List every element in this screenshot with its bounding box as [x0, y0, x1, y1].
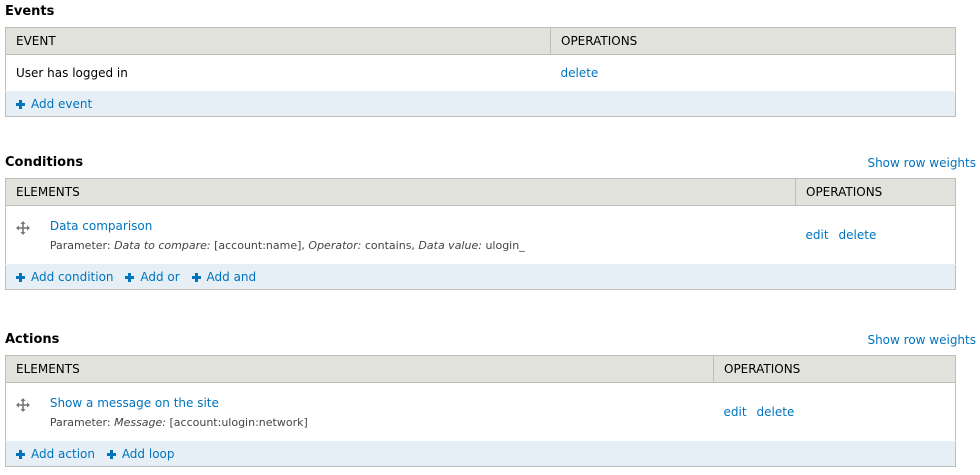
event-label: User has logged in	[5, 54, 551, 92]
operations-column-header: OPERATIONS	[550, 27, 956, 55]
conditions-add-row: Add condition Add or Add and	[5, 264, 956, 290]
elements-column-header: ELEMENTS	[5, 355, 714, 383]
events-table: EVENT OPERATIONS User has logged in dele…	[5, 27, 956, 117]
action-element: Show a message on the site Parameter: Me…	[5, 382, 714, 442]
condition-operations: edit delete	[795, 205, 956, 265]
event-operations: delete	[550, 54, 956, 92]
condition-parameters: Parameter: Data to compare: [account:nam…	[49, 238, 525, 252]
move-arrows-icon[interactable]	[16, 397, 30, 412]
edit-condition-link[interactable]: edit	[806, 228, 829, 242]
operations-column-header: OPERATIONS	[795, 178, 956, 206]
plus-icon	[16, 450, 25, 459]
event-column-header: EVENT	[5, 27, 551, 55]
add-and-link[interactable]: Add and	[191, 270, 256, 284]
show-message-link[interactable]: Show a message on the site	[50, 396, 219, 410]
events-section: Events EVENT OPERATIONS User has logged …	[5, 0, 956, 118]
condition-element: Data comparison Parameter: Data to compa…	[5, 205, 796, 265]
conditions-section: Conditions Show row weights ELEMENTS OPE…	[5, 150, 976, 295]
add-action-link[interactable]: Add action	[16, 447, 95, 461]
plus-icon	[125, 273, 135, 282]
delete-condition-link[interactable]: delete	[839, 228, 877, 242]
add-condition-link[interactable]: Add condition	[16, 270, 114, 284]
actions-section: Actions Show row weights ELEMENTS OPERAT…	[5, 327, 976, 472]
actions-header-row: ELEMENTS OPERATIONS	[5, 355, 956, 383]
actions-heading: Actions	[5, 332, 60, 347]
delete-event-link[interactable]: delete	[561, 66, 599, 80]
plus-icon	[191, 273, 201, 282]
plus-icon	[106, 450, 116, 459]
add-event-link[interactable]: Add event	[16, 97, 92, 111]
conditions-table: ELEMENTS OPERATIONS Data comparison Para…	[5, 178, 956, 290]
show-row-weights-link[interactable]: Show row weights	[867, 333, 976, 347]
add-loop-link[interactable]: Add loop	[106, 447, 175, 461]
events-header-row: EVENT OPERATIONS	[5, 27, 956, 55]
show-row-weights-link[interactable]: Show row weights	[867, 156, 976, 170]
delete-action-link[interactable]: delete	[757, 405, 795, 419]
action-operations: edit delete	[713, 382, 956, 442]
plus-icon	[16, 100, 25, 109]
move-arrows-icon[interactable]	[16, 220, 30, 235]
table-row: Data comparison Parameter: Data to compa…	[5, 205, 956, 265]
edit-action-link[interactable]: edit	[724, 405, 747, 419]
plus-icon	[16, 273, 25, 282]
table-row: Show a message on the site Parameter: Me…	[5, 382, 956, 442]
conditions-header-row: ELEMENTS OPERATIONS	[5, 178, 956, 206]
actions-table: ELEMENTS OPERATIONS Show a message on th…	[5, 355, 956, 467]
conditions-heading: Conditions	[5, 155, 84, 170]
operations-column-header: OPERATIONS	[713, 355, 956, 383]
add-event-label: Add event	[31, 97, 93, 111]
table-row: User has logged in delete	[5, 54, 956, 92]
events-add-row: Add event	[5, 91, 956, 117]
elements-column-header: ELEMENTS	[5, 178, 796, 206]
actions-add-row: Add action Add loop	[5, 441, 956, 467]
action-parameters: Parameter: Message: [account:ulogin:netw…	[49, 415, 308, 429]
add-or-link[interactable]: Add or	[125, 270, 180, 284]
events-heading: Events	[5, 4, 55, 19]
data-comparison-link[interactable]: Data comparison	[50, 219, 153, 233]
